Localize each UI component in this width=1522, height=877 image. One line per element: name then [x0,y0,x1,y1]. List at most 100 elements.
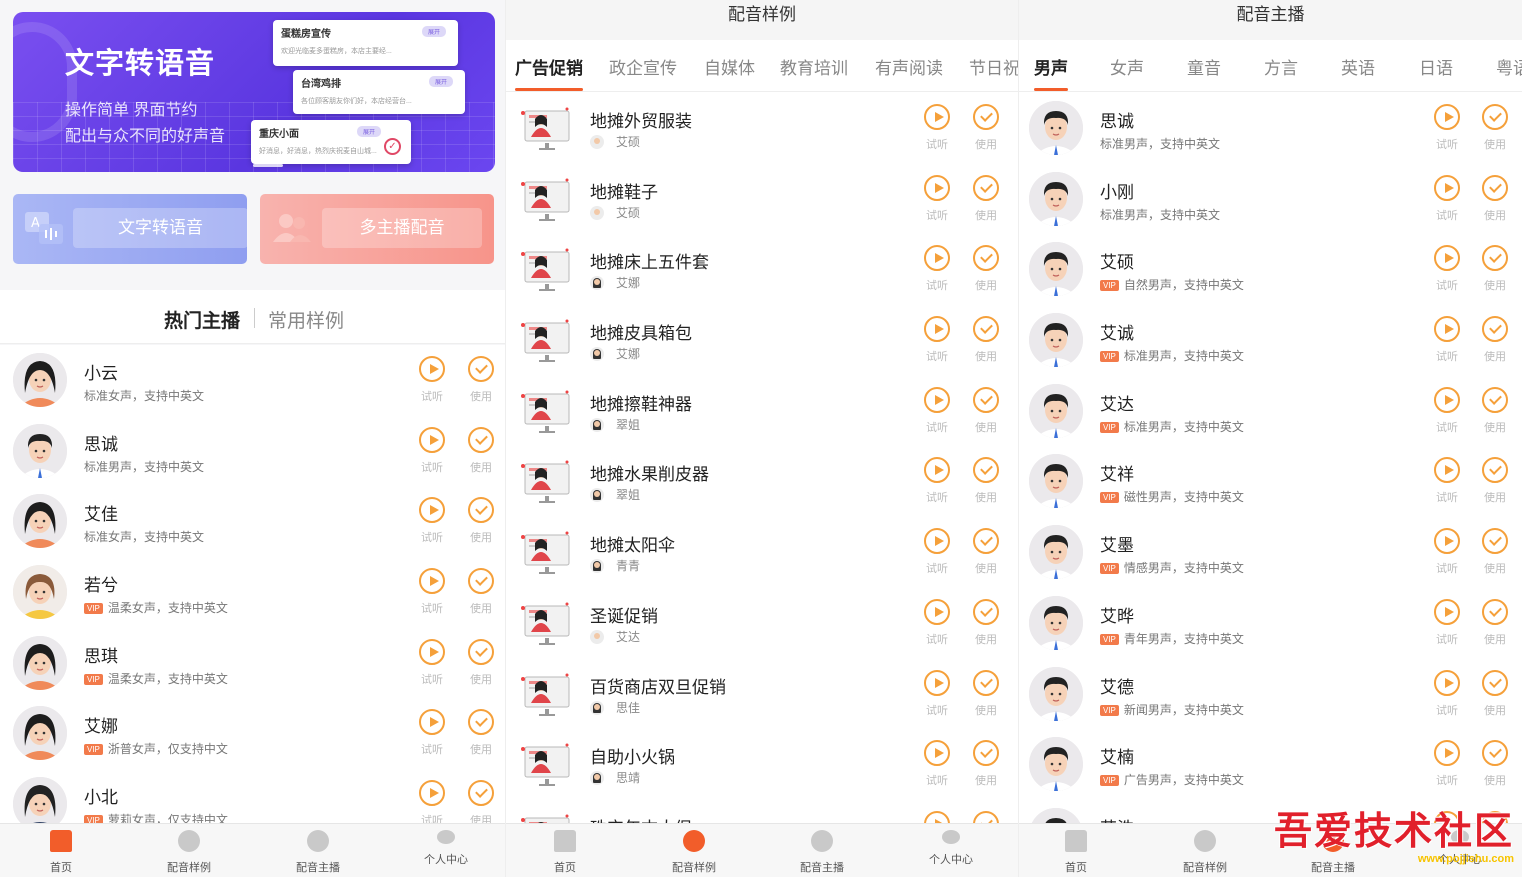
list-item[interactable]: 艾德 VIP 新闻男声，支持中英文 试听 使用 [1019,659,1522,730]
tab-japanese[interactable]: 日语 [1419,54,1453,79]
list-item[interactable]: 珠宝年末大促 试听 使用 [506,800,1018,823]
listen-button[interactable]: 试听 [412,497,452,545]
listen-button[interactable]: 试听 [1427,740,1467,788]
listen-button[interactable]: 试听 [917,740,957,788]
tab-audiobook[interactable]: 有声阅读 [875,54,943,79]
use-button[interactable]: 使用 [1475,669,1515,718]
use-button[interactable]: 使用 [1475,104,1515,152]
use-button[interactable]: 使用 [966,316,1006,364]
tab-home[interactable]: 首页 [16,830,106,875]
listen-button[interactable]: 试听 [412,568,452,616]
list-item[interactable]: 地摊鞋子 艾硕 试听 使用 [506,164,1018,235]
tab-home[interactable]: 首页 [520,830,610,875]
list-item[interactable]: 思诚 标准男声，支持中英文 试听 使用 [1019,93,1522,164]
listen-button[interactable]: 试听 [917,245,957,293]
use-button[interactable]: 使用 [966,174,1006,223]
tab-dialect[interactable]: 方言 [1264,54,1298,79]
listen-button[interactable]: 试听 [412,356,452,404]
use-button[interactable]: 使用 [966,598,1006,647]
listen-button[interactable]: 试听 [917,386,957,435]
listen-button[interactable]: 试听 [1427,104,1467,152]
use-button[interactable]: 使用 [1475,245,1515,293]
tab-child[interactable]: 童音 [1187,54,1221,79]
use-button[interactable]: 使用 [966,457,1006,505]
use-button[interactable]: 使用 [461,709,501,757]
listen-button[interactable]: 试听 [412,709,452,757]
tab-anchors[interactable]: 配音主播 [777,830,867,875]
use-button[interactable]: 使用 [1475,457,1515,505]
list-item[interactable]: 艾达 VIP 标准男声，支持中英文 试听 使用 [1019,376,1522,447]
listen-button[interactable]: 试听 [1427,528,1467,576]
use-button[interactable]: 使用 [966,669,1006,718]
use-button[interactable]: 使用 [1475,740,1515,788]
use-button[interactable]: 使用 [966,810,1006,823]
listen-button[interactable]: 试听 [1427,598,1467,647]
tab-female[interactable]: 女声 [1110,54,1144,79]
listen-button[interactable]: 试听 [412,638,452,687]
listen-button[interactable]: 试听 [917,316,957,364]
list-item[interactable]: 小刚 标准男声，支持中英文 试听 使用 [1019,164,1522,235]
listen-button[interactable]: 试听 [1427,669,1467,718]
use-button[interactable]: 使用 [1475,174,1515,223]
list-item[interactable]: 艾娜 VIP 浙普女声，仅支持中文 试听 使用 [0,698,505,769]
listen-button[interactable]: 试听 [917,598,957,647]
tab-samples[interactable]: 配音样例 [649,830,739,875]
tab-festival[interactable]: 节日祝 [969,54,1018,79]
tab-anchors[interactable]: 配音主播 [273,830,363,875]
listen-button[interactable]: 试听 [412,780,452,823]
list-item[interactable]: 地摊床上五件套 艾娜 试听 使用 [506,234,1018,305]
use-button[interactable]: 使用 [461,780,501,823]
tab-media[interactable]: 自媒体 [704,54,755,79]
use-button[interactable]: 使用 [461,356,501,404]
use-button[interactable]: 使用 [966,245,1006,293]
tab-english[interactable]: 英语 [1341,54,1375,79]
list-item[interactable]: 地摊皮具箱包 艾娜 试听 使用 [506,305,1018,376]
list-item[interactable]: 艾硕 VIP 自然男声，支持中英文 试听 使用 [1019,234,1522,305]
list-item[interactable]: 艾诚 VIP 标准男声，支持中英文 试听 使用 [1019,305,1522,376]
tab-cantonese[interactable]: 粤语 [1496,54,1522,79]
use-button[interactable]: 使用 [461,568,501,616]
text-to-speech-button[interactable]: A 文字转语音 [13,194,248,264]
tab-ad-promo[interactable]: 广告促销 [515,54,583,79]
list-item[interactable]: 地摊擦鞋神器 翠姐 试听 使用 [506,376,1018,447]
list-item[interactable]: 小北 VIP 萝莉女声，仅支持中文 试听 使用 [0,769,505,823]
list-item[interactable]: 艾墨 VIP 情感男声，支持中英文 试听 使用 [1019,517,1522,588]
listen-button[interactable]: 试听 [917,810,957,823]
list-item[interactable]: 地摊外贸服装 艾硕 试听 使用 [506,93,1018,164]
listen-button[interactable]: 试听 [917,669,957,718]
tab-hot-anchors[interactable]: 热门主播 [164,306,240,333]
use-button[interactable]: 使用 [966,386,1006,435]
list-item[interactable]: 艾祥 VIP 磁性男声，支持中英文 试听 使用 [1019,446,1522,517]
multi-anchor-button[interactable]: 多主播配音 [260,194,494,264]
use-button[interactable]: 使用 [461,426,501,475]
list-item[interactable]: 思诚 标准男声，支持中英文 试听 使用 [0,416,505,487]
tab-samples[interactable]: 配音样例 [144,830,234,875]
listen-button[interactable]: 试听 [917,528,957,576]
tab-gov[interactable]: 政企宣传 [609,54,677,79]
use-button[interactable]: 使用 [1475,386,1515,435]
listen-button[interactable]: 试听 [917,174,957,223]
listen-button[interactable]: 试听 [1427,386,1467,435]
list-item[interactable]: 艾晔 VIP 青年男声，支持中英文 试听 使用 [1019,588,1522,659]
tab-profile[interactable]: 个人中心 [906,830,996,867]
list-item[interactable]: 小云 标准女声，支持中英文 试听 使用 [0,345,505,416]
tab-common-samples[interactable]: 常用样例 [268,306,344,333]
listen-button[interactable]: 试听 [917,104,957,152]
banner[interactable]: 文字转语音 操作简单 界面节约 配出与众不同的好声音 蛋糕房宣传 展开 欢迎光临… [13,12,495,172]
use-button[interactable]: 使用 [966,528,1006,576]
list-item[interactable]: 圣诞促销 艾达 试听 使用 [506,588,1018,659]
list-item[interactable]: 若兮 VIP 温柔女声，支持中英文 试听 使用 [0,557,505,628]
use-button[interactable]: 使用 [461,638,501,687]
tab-profile[interactable]: 个人中心 [401,830,491,867]
use-button[interactable]: 使用 [966,740,1006,788]
use-button[interactable]: 使用 [1475,316,1515,364]
use-button[interactable]: 使用 [1475,598,1515,647]
use-button[interactable]: 使用 [461,497,501,545]
tab-education[interactable]: 教育培训 [780,54,848,79]
listen-button[interactable]: 试听 [412,426,452,475]
listen-button[interactable]: 试听 [1427,457,1467,505]
list-item[interactable]: 艾佳 标准女声，支持中英文 试听 使用 [0,486,505,557]
tab-samples[interactable]: 配音样例 [1160,830,1250,875]
list-item[interactable]: 地摊水果削皮器 翠姐 试听 使用 [506,446,1018,517]
use-button[interactable]: 使用 [966,104,1006,152]
